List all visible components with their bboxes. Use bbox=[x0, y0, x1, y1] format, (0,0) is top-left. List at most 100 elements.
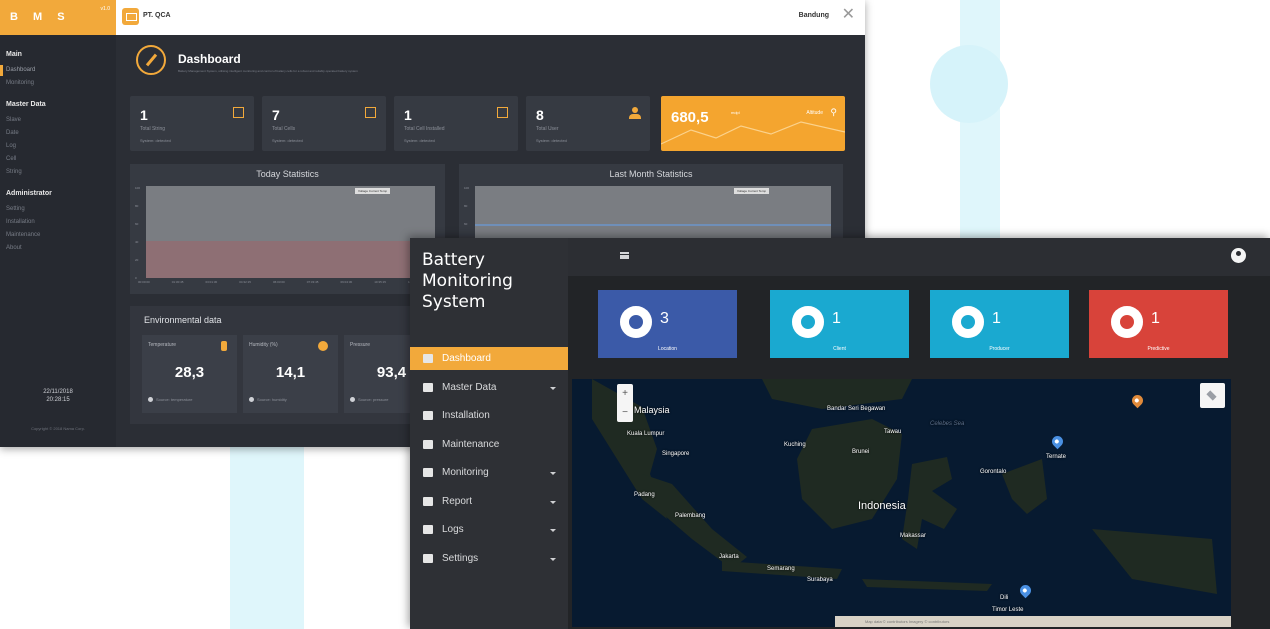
close-icon[interactable]: ✕ bbox=[842, 7, 855, 23]
stat-value: 8 bbox=[536, 107, 544, 123]
env-label: Temperature bbox=[148, 342, 177, 348]
stat-card-cells[interactable]: 7 Total Cells System: detected bbox=[262, 96, 386, 151]
company-logo-icon bbox=[122, 8, 139, 25]
stat-card-users[interactable]: 8 Total User System: detected bbox=[526, 96, 650, 151]
card-label: Producer bbox=[989, 346, 1010, 352]
map-label: Indonesia bbox=[858, 500, 906, 512]
x-tick-label: 00:00:00 bbox=[138, 280, 150, 284]
legend-item: Current bbox=[747, 189, 758, 193]
sidebar-item-monitoring[interactable]: Monitoring bbox=[0, 77, 116, 90]
company-name: PT. QCA bbox=[143, 12, 171, 19]
brand-logo[interactable]: B M S v1.0 bbox=[0, 0, 116, 35]
sidebar-item-label: Master Data bbox=[442, 381, 497, 393]
user-account-icon[interactable] bbox=[1231, 248, 1246, 263]
sidebar-item-label: Settings bbox=[442, 552, 479, 564]
chart-legend[interactable]: Voltage Current Temp bbox=[734, 188, 769, 194]
altitude-label: Altitude bbox=[806, 110, 823, 116]
chevron-down-icon bbox=[550, 500, 556, 504]
legend-item: Temp bbox=[379, 189, 387, 193]
location-map[interactable]: Malaysia Kuala Lumpur Singapore Bandar S… bbox=[572, 379, 1231, 627]
y-tick-label: 100 bbox=[464, 186, 470, 190]
sidebar-item-maintenance[interactable]: Maintenance bbox=[0, 229, 116, 242]
sidebar-section-heading: Master Data bbox=[6, 101, 46, 108]
person-icon: ⚲ bbox=[830, 107, 837, 117]
chart-legend[interactable]: Voltage Current Temp bbox=[355, 188, 390, 194]
sidebar-menu: Main Dashboard Monitoring Master Data Slave D… bbox=[0, 35, 116, 255]
altitude-card[interactable]: 680,5 mdpl Altitude ⚲ bbox=[661, 96, 845, 151]
date-time: 22/11/2018 20:28:15 bbox=[0, 388, 116, 404]
sidebar-item-string[interactable]: String bbox=[0, 166, 116, 179]
sidebar-item-about[interactable]: About bbox=[0, 242, 116, 255]
line-chart-icon bbox=[423, 468, 433, 477]
wrench-icon bbox=[423, 411, 433, 420]
map-label: Makassar bbox=[900, 533, 927, 539]
map-label: Tawau bbox=[884, 429, 902, 435]
sidebar-item-dashboard[interactable]: Dashboard bbox=[410, 347, 568, 370]
sidebar-item-date[interactable]: Date bbox=[0, 127, 116, 140]
sidebar-item-installation[interactable]: Installation bbox=[410, 404, 568, 427]
dashboard-icon bbox=[423, 354, 433, 363]
sidebar-item-maintenance[interactable]: Maintenance bbox=[410, 433, 568, 456]
stat-card-string[interactable]: 1 Total String System: detected bbox=[130, 96, 254, 151]
map-label: Semarang bbox=[767, 566, 795, 572]
x-tick-label: 10:35:15 bbox=[374, 280, 386, 284]
summary-card-predictive[interactable]: 1 Predictive bbox=[1089, 290, 1228, 358]
env-updated-text: Source: pressure bbox=[358, 397, 389, 402]
sidebar-item-label: Dashboard bbox=[442, 353, 491, 364]
card-value: 3 bbox=[660, 310, 669, 327]
env-card-humidity[interactable]: Humidity (%) 14,1 Source: humidity bbox=[243, 335, 338, 413]
layers-icon[interactable] bbox=[1200, 383, 1225, 408]
sidebar-item-logs[interactable]: Logs bbox=[410, 518, 568, 541]
legend-item: Voltage bbox=[358, 189, 369, 193]
card-label: Location bbox=[658, 346, 677, 352]
summary-card-client[interactable]: 1 Client bbox=[770, 290, 909, 358]
sidebar-item-setting[interactable]: Setting bbox=[0, 203, 116, 216]
stat-label: Total String bbox=[140, 126, 166, 132]
map-label: Palembang bbox=[675, 513, 706, 519]
stat-updated: System: detected bbox=[536, 138, 567, 143]
city-label: Bandung bbox=[798, 12, 829, 19]
sidebar-item-slave[interactable]: Slave bbox=[0, 114, 116, 127]
zoom-out-button[interactable]: − bbox=[617, 403, 633, 422]
stat-card-installed[interactable]: 1 Total Cell Installed System: detected bbox=[394, 96, 518, 151]
env-value: 28,3 bbox=[174, 364, 205, 381]
grid-icon bbox=[365, 107, 376, 118]
today-chart bbox=[146, 186, 435, 278]
map-label: Padang bbox=[634, 492, 655, 498]
info-icon bbox=[249, 397, 254, 403]
map-label: Gorontalo bbox=[980, 469, 1007, 475]
decorative-circle bbox=[930, 45, 1008, 123]
sidebar-item-cell[interactable]: Cell bbox=[0, 153, 116, 166]
sidebar-item-dashboard[interactable]: Dashboard bbox=[0, 64, 116, 77]
card-value: 1 bbox=[832, 310, 841, 327]
table-icon bbox=[423, 525, 433, 534]
env-value: 14,1 bbox=[275, 364, 306, 381]
date-text: 22/11/2018 bbox=[43, 389, 73, 395]
sidebar-section-heading: Administrator bbox=[6, 190, 52, 197]
zoom-in-button[interactable]: + bbox=[617, 384, 633, 403]
sidebar-item-log[interactable]: Log bbox=[0, 140, 116, 153]
legend-item: Current bbox=[368, 189, 379, 193]
sidebar-item-master-data[interactable]: Master Data bbox=[410, 376, 568, 399]
today-statistics-panel: Today Statistics Voltage Current Temp 10… bbox=[130, 164, 445, 294]
x-tick-label: 03:01:30 bbox=[205, 280, 218, 284]
env-card-temperature[interactable]: Temperature 28,3 Source: temperature bbox=[142, 335, 237, 413]
y-tick-label: 60 bbox=[464, 222, 468, 226]
env-label: Humidity (%) bbox=[249, 342, 278, 348]
hamburger-menu-icon[interactable] bbox=[620, 252, 629, 259]
sidebar-item-installation[interactable]: Installation bbox=[0, 216, 116, 229]
sidebar-item-settings[interactable]: Settings bbox=[410, 547, 568, 570]
app-title-line: Battery bbox=[422, 250, 485, 270]
map-label: Celebes Sea bbox=[930, 421, 965, 427]
stat-updated: System: detected bbox=[404, 138, 435, 143]
sidebar-item-monitoring[interactable]: Monitoring bbox=[410, 461, 568, 484]
dashboard-gauge-icon bbox=[136, 45, 166, 75]
app-title-line: System bbox=[422, 292, 486, 312]
chevron-down-icon bbox=[550, 386, 556, 390]
summary-card-producer[interactable]: 1 Producer bbox=[930, 290, 1069, 358]
sidebar-item-report[interactable]: Report bbox=[410, 490, 568, 513]
x-tick-label: 04:32:15 bbox=[239, 280, 251, 284]
y-tick-label: 60 bbox=[135, 222, 139, 226]
summary-card-location[interactable]: 3 Location bbox=[598, 290, 737, 358]
sidebar: Battery Monitoring System Dashboard Maste… bbox=[410, 238, 568, 629]
